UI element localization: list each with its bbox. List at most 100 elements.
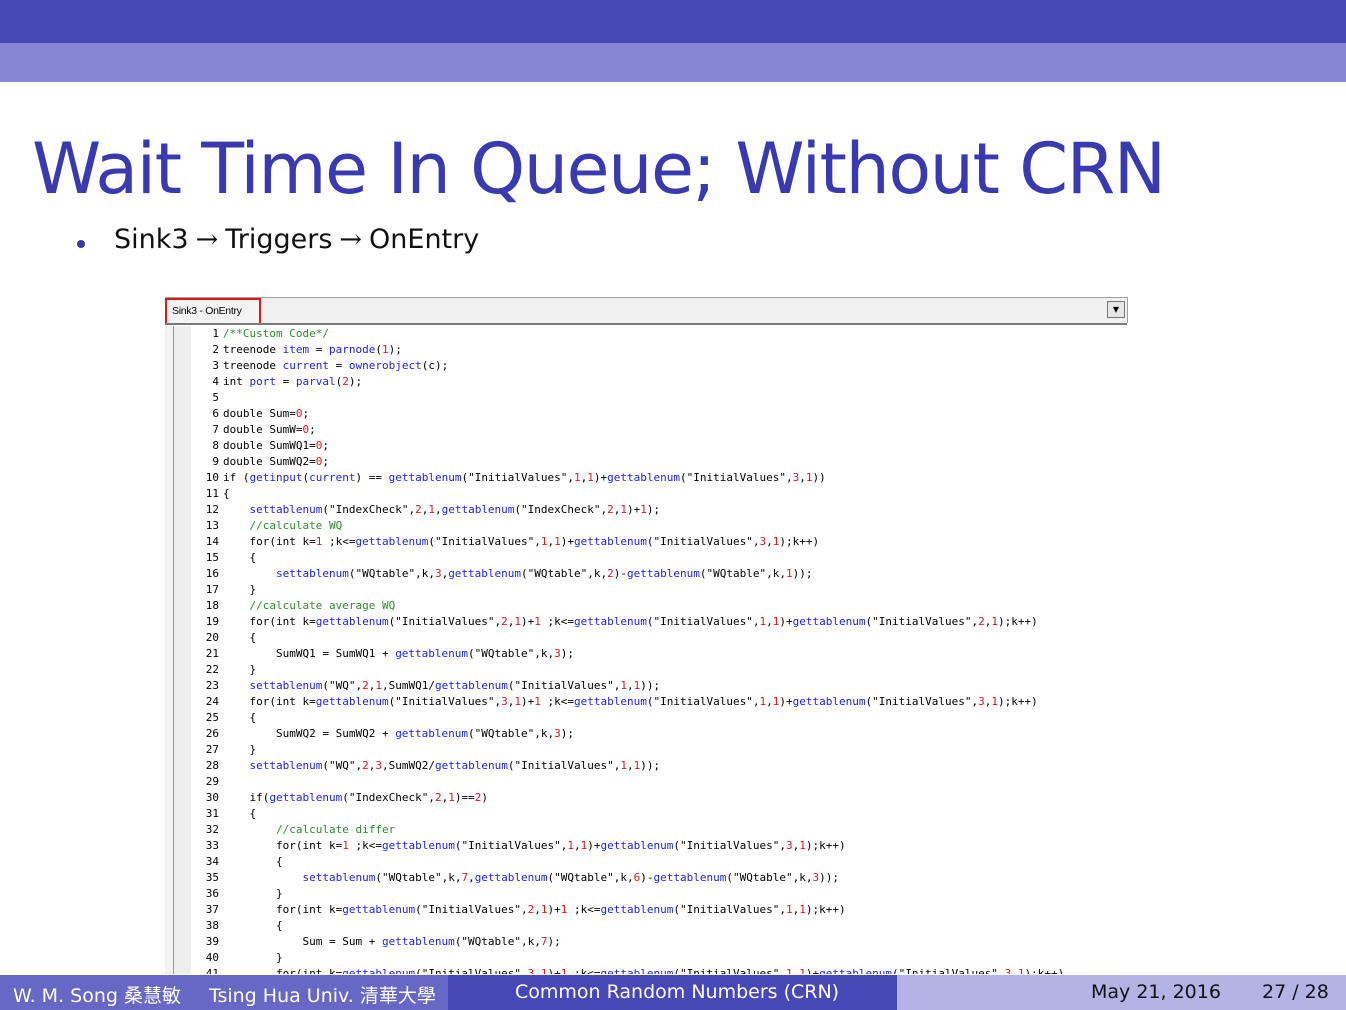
code-token: ,SumWQ1/ — [381, 679, 435, 692]
code-token: ("WQ", — [322, 759, 363, 772]
code-token: getinput — [249, 471, 303, 484]
code-token: )+ — [805, 967, 820, 974]
code-token: 2 — [342, 375, 349, 388]
code-token: settablenum — [249, 503, 323, 516]
code-token: ("InitialValues", — [428, 535, 541, 548]
code-token: ("InitialValues", — [415, 967, 528, 974]
code-editor-window: Sink3 - OnEntry ▼ 1/**Custom Code*/2 tree… — [165, 297, 1129, 974]
code-token: for(int k= — [223, 615, 316, 628]
code-token: { — [223, 551, 257, 564]
line-number: 35 — [205, 871, 219, 884]
code-token: gettablenum — [395, 727, 469, 740]
line-number: 25 — [205, 711, 219, 724]
code-token: ("InitialValues", — [891, 967, 1005, 974]
code-token: 1 — [805, 471, 813, 484]
code-token: )+ — [521, 615, 535, 628]
code-token: ("InitialValues", — [388, 695, 502, 708]
code-token: 2 — [501, 615, 508, 628]
code-token: SumWQ1 = SumWQ1 + — [223, 647, 396, 660]
code-token: } — [223, 583, 257, 596]
code-text: //calculate WQ — [219, 518, 343, 534]
header-bar-dark — [0, 0, 1346, 43]
code-token: gettablenum — [315, 695, 389, 708]
code-token: )- — [613, 567, 628, 580]
code-token: , — [627, 759, 634, 772]
code-token: } — [223, 887, 283, 900]
code-token: 2 — [978, 615, 985, 628]
code-token: ;k<= — [567, 903, 601, 916]
code-text: if(gettablenum("IndexCheck",2,1)==2) — [219, 790, 488, 806]
code-token: , — [627, 679, 634, 692]
code-line: 7 double SumW=0; — [191, 422, 1127, 438]
code-token: ) — [481, 791, 488, 804]
code-token: 1 — [574, 471, 581, 484]
code-token: , — [468, 871, 475, 884]
code-token: ("WQtable",k, — [468, 727, 555, 740]
code-token: for(int k= — [223, 839, 343, 852]
code-token: , — [799, 471, 806, 484]
code-text: } — [219, 742, 256, 758]
line-number: 5 — [212, 391, 219, 404]
code-token: = — [276, 375, 296, 388]
code-token: gettablenum — [574, 615, 647, 628]
code-line: 39 Sum = Sum + gettablenum("WQtable",k,7… — [191, 934, 1127, 950]
code-line: 35 settablenum("WQtable",k,7,gettablenum… — [191, 870, 1127, 886]
footer-date: May 21, 2016 — [1091, 981, 1221, 1003]
code-token: )+ — [547, 967, 561, 974]
code-text: settablenum("WQtable",k,7,gettablenum("W… — [219, 870, 838, 886]
code-line: 13 //calculate WQ — [191, 518, 1127, 534]
code-token: 7 — [540, 935, 548, 948]
code-line: 9 double SumWQ2=0; — [191, 454, 1127, 470]
code-line: 20 { — [191, 630, 1127, 646]
code-token: parnode — [328, 343, 376, 356]
code-token: port — [249, 375, 277, 388]
code-token: ownerobject — [348, 359, 422, 372]
code-token: 1 — [991, 615, 998, 628]
line-number: 41 — [205, 967, 219, 974]
code-token: = — [328, 359, 349, 372]
code-line: 27 } — [191, 742, 1127, 758]
code-token: treenode — [223, 343, 283, 356]
code-line: 26 SumWQ2 = SumWQ2 + gettablenum("WQtabl… — [191, 726, 1127, 742]
code-token: 2 — [434, 791, 442, 804]
code-token: ; — [309, 423, 316, 436]
code-text: } — [219, 662, 256, 678]
code-token: gettablenum — [434, 679, 508, 692]
code-line: 32 //calculate differ — [191, 822, 1127, 838]
code-line: 25 { — [191, 710, 1127, 726]
code-token: gettablenum — [381, 839, 455, 852]
code-text: double SumWQ1=0; — [219, 438, 329, 454]
code-token: ); — [547, 935, 561, 948]
code-token: 1 — [799, 903, 806, 916]
code-token: gettablenum — [600, 967, 674, 974]
code-token: 1 — [381, 343, 389, 356]
footer-page-number: 27 / 28 — [1262, 981, 1329, 1003]
code-token: ("WQtable",k, — [521, 567, 608, 580]
footer-left: W. M. Song 桑慧敏 Tsing Hua Univ. 清華大學 — [0, 975, 448, 1010]
dropdown-arrow-icon[interactable]: ▼ — [1107, 301, 1125, 318]
code-token: } — [223, 663, 257, 676]
code-token: ("InitialValues", — [646, 615, 760, 628]
code-text: Sum = Sum + gettablenum("WQtable",k,7); — [219, 934, 561, 950]
code-text: SumWQ2 = SumWQ2 + gettablenum("WQtable",… — [219, 726, 574, 742]
code-text: treenode current = ownerobject(c); — [219, 358, 448, 374]
line-number: 9 — [212, 455, 219, 468]
code-token: ;k<= — [348, 839, 382, 852]
code-token: gettablenum — [395, 647, 469, 660]
code-token: )+ — [560, 535, 575, 548]
code-token: gettablenum — [441, 503, 515, 516]
code-text: { — [219, 710, 256, 726]
code-line: 40 } — [191, 950, 1127, 966]
right-arrow-icon: → — [339, 224, 363, 255]
code-token: ;k<= — [540, 695, 575, 708]
footer-center: Common Random Numbers (CRN) — [448, 975, 897, 1010]
code-text: //calculate average WQ — [219, 598, 396, 614]
code-token: ) == — [355, 471, 389, 484]
code-text: settablenum("WQtable",k,3,gettablenum("W… — [219, 566, 812, 582]
code-text-area[interactable]: 1/**Custom Code*/2 treenode item = parnod… — [191, 326, 1127, 974]
line-number: 13 — [205, 519, 219, 532]
footer-talk-title: Common Random Numbers (CRN) — [515, 981, 840, 1003]
code-text: //calculate differ — [219, 822, 395, 838]
tab-sink3-onentry[interactable]: Sink3 - OnEntry — [165, 298, 261, 325]
code-token: gettablenum — [627, 567, 700, 580]
